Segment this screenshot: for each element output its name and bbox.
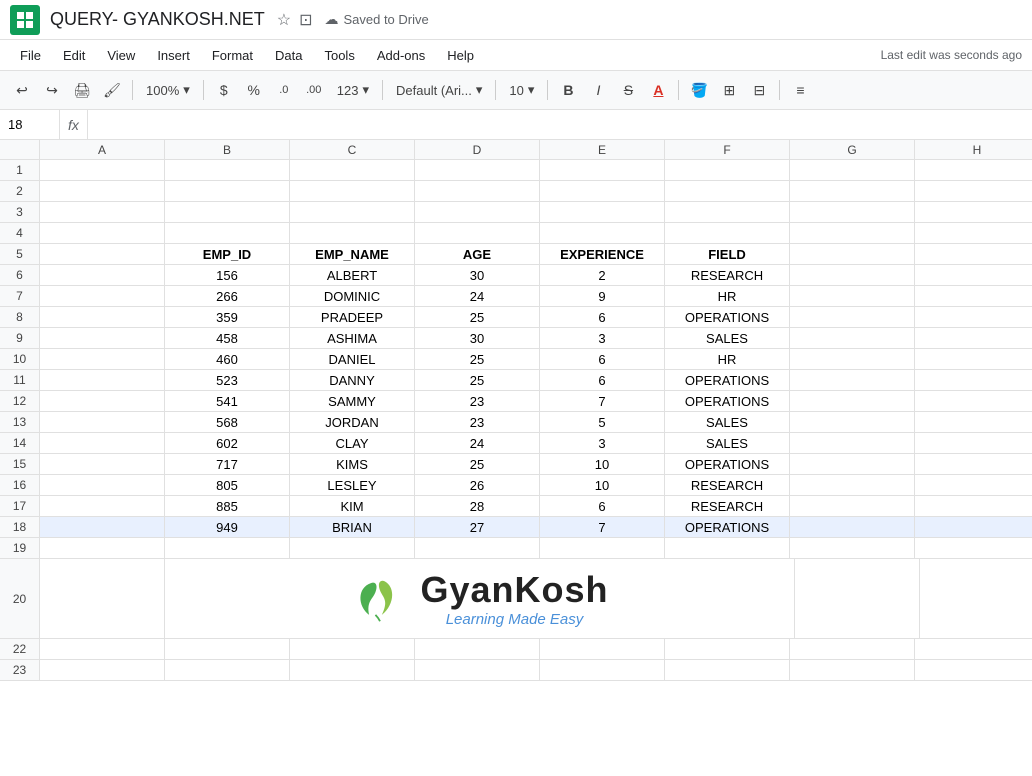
menu-view[interactable]: View [97, 45, 145, 66]
separator-2 [203, 80, 204, 100]
formula-input[interactable] [88, 117, 1032, 132]
table-row: 8 359 PRADEEP 25 6 OPERATIONS [0, 307, 1032, 328]
saved-status: ☁ Saved to Drive [324, 11, 428, 28]
merge-button[interactable]: ⊟ [745, 76, 773, 104]
col-header-B[interactable]: B [165, 140, 290, 159]
decimal-more-button[interactable]: .00 [300, 76, 328, 104]
star-icon[interactable]: ☆ [277, 10, 291, 30]
separator-1 [132, 80, 133, 100]
menu-data[interactable]: Data [265, 45, 312, 66]
menu-tools[interactable]: Tools [314, 45, 364, 66]
table-row: 4 [0, 223, 1032, 244]
more-options-button[interactable]: ≡ [786, 76, 814, 104]
borders-button[interactable]: ⊞ [715, 76, 743, 104]
table-row: 11 523 DANNY 25 6 OPERATIONS [0, 370, 1032, 391]
col-header-C[interactable]: C [290, 140, 415, 159]
table-row: 3 [0, 202, 1032, 223]
table-row: 18 949 BRIAN 27 7 OPERATIONS [0, 517, 1032, 538]
column-header-row: A B C D E F G H [0, 140, 1032, 160]
col-header-E[interactable]: E [540, 140, 665, 159]
chevron-down-icon-2: ▾ [362, 82, 369, 98]
table-row: 17 885 KIM 28 6 RESEARCH [0, 496, 1032, 517]
font-dropdown[interactable]: Default (Ari... ▾ [389, 79, 489, 101]
fx-icon: fx [60, 110, 88, 139]
col-header-G[interactable]: G [790, 140, 915, 159]
separator-5 [547, 80, 548, 100]
table-row: 9 458 ASHIMA 30 3 SALES [0, 328, 1032, 349]
table-row: 7 266 DOMINIC 24 9 HR [0, 286, 1032, 307]
table-row: 13 568 JORDAN 23 5 SALES [0, 412, 1032, 433]
separator-7 [779, 80, 780, 100]
decimal-less-button[interactable]: .0 [270, 76, 298, 104]
table-row: 2 [0, 181, 1032, 202]
paint-format-button[interactable]: 🖌 [98, 76, 126, 104]
col-header-F[interactable]: F [665, 140, 790, 159]
chevron-down-icon: ▾ [183, 82, 190, 98]
table-row: 6 156 ALBERT 30 2 RESEARCH [0, 265, 1032, 286]
font-size-dropdown[interactable]: 10 ▾ [502, 79, 541, 101]
last-edit-status: Last edit was seconds ago [881, 48, 1022, 62]
app-icon [10, 5, 40, 35]
table-row: 19 [0, 538, 1032, 559]
print-button[interactable]: 🖨 [68, 76, 96, 104]
logo-sub-text: Learning Made Easy [420, 611, 608, 628]
table-row: 14 602 CLAY 24 3 SALES [0, 433, 1032, 454]
separator-6 [678, 80, 679, 100]
table-row: 15 717 KIMS 25 10 OPERATIONS [0, 454, 1032, 475]
table-row: 5 EMP_ID EMP_NAME AGE EXPERIENCE FIELD [0, 244, 1032, 265]
italic-button[interactable]: I [584, 76, 612, 104]
currency-button[interactable]: $ [210, 76, 238, 104]
separator-4 [495, 80, 496, 100]
menu-bar: File Edit View Insert Format Data Tools … [0, 40, 1032, 70]
table-row: 1 [0, 160, 1032, 181]
logo-main-text: GyanKosh [420, 569, 608, 611]
table-row: 16 805 LESLEY 26 10 RESEARCH [0, 475, 1032, 496]
doc-title: QUERY- GYANKOSH.NET [50, 9, 265, 30]
table-row: 23 [0, 660, 1032, 681]
format-number-dropdown[interactable]: 123 ▾ [330, 79, 376, 101]
gyankosh-logo: GyanKosh Learning Made Easy [350, 569, 608, 628]
strikethrough-button[interactable]: S [614, 76, 642, 104]
col-header-H[interactable]: H [915, 140, 1032, 159]
zoom-dropdown[interactable]: 100% ▾ [139, 79, 197, 101]
menu-insert[interactable]: Insert [147, 45, 200, 66]
fill-color-button[interactable]: 🪣 [685, 76, 713, 104]
chevron-down-icon-3: ▾ [476, 82, 483, 98]
bold-button[interactable]: B [554, 76, 582, 104]
cloud-icon: ☁ [324, 11, 338, 28]
menu-edit[interactable]: Edit [53, 45, 95, 66]
col-header-D[interactable]: D [415, 140, 540, 159]
table-row: 22 [0, 639, 1032, 660]
table-row: 10 460 DANIEL 25 6 HR [0, 349, 1032, 370]
table-row: 12 541 SAMMY 23 7 OPERATIONS [0, 391, 1032, 412]
toolbar: ↩ ↪ 🖨 🖌 100% ▾ $ % .0 .00 123 ▾ Default … [0, 70, 1032, 110]
undo-button[interactable]: ↩ [8, 76, 36, 104]
menu-addons[interactable]: Add-ons [367, 45, 435, 66]
data-rows-container: 6 156 ALBERT 30 2 RESEARCH 7 266 DOMINIC… [0, 265, 1032, 538]
grid-container[interactable]: 1 2 3 [0, 160, 1032, 681]
spreadsheet: A B C D E F G H 1 2 [0, 140, 1032, 681]
underline-button[interactable]: A [644, 76, 672, 104]
chevron-down-icon-4: ▾ [528, 82, 535, 98]
logo-row: 20 GyanKosh Learning Made Easy [0, 559, 1032, 639]
separator-3 [382, 80, 383, 100]
logo-leaf-icon [350, 574, 410, 624]
formula-bar: 18 fx [0, 110, 1032, 140]
redo-button[interactable]: ↪ [38, 76, 66, 104]
percent-button[interactable]: % [240, 76, 268, 104]
menu-format[interactable]: Format [202, 45, 263, 66]
col-header-A[interactable]: A [40, 140, 165, 159]
row-number-header [0, 140, 40, 159]
menu-file[interactable]: File [10, 45, 51, 66]
title-bar: QUERY- GYANKOSH.NET ☆ ⊡ ☁ Saved to Drive [0, 0, 1032, 40]
cell-reference-box[interactable]: 18 [0, 110, 60, 139]
menu-help[interactable]: Help [437, 45, 484, 66]
folder-icon[interactable]: ⊡ [299, 10, 312, 30]
